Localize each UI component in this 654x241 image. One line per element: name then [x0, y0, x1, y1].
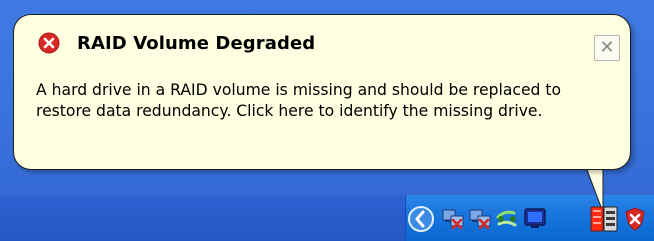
close-button[interactable]: ✕ — [594, 35, 620, 61]
connection-icon[interactable] — [495, 207, 519, 231]
taskbar — [0, 195, 654, 241]
balloon-message[interactable]: A hard drive in a RAID volume is missing… — [36, 80, 616, 122]
security-alert-icon[interactable] — [622, 206, 648, 232]
close-icon: ✕ — [599, 36, 615, 58]
show-hidden-icons-icon[interactable] — [406, 204, 436, 234]
network-disconnected-icon[interactable] — [441, 207, 465, 231]
notification-balloon[interactable]: RAID Volume Degraded ✕ A hard drive in a… — [13, 14, 631, 170]
error-icon — [38, 32, 60, 54]
display-icon[interactable] — [522, 206, 548, 232]
network-disconnected-icon[interactable] — [468, 207, 492, 231]
balloon-title: RAID Volume Degraded — [77, 32, 316, 54]
balloon-header: RAID Volume Degraded — [38, 32, 315, 54]
raid-storage-icon[interactable] — [590, 204, 618, 234]
